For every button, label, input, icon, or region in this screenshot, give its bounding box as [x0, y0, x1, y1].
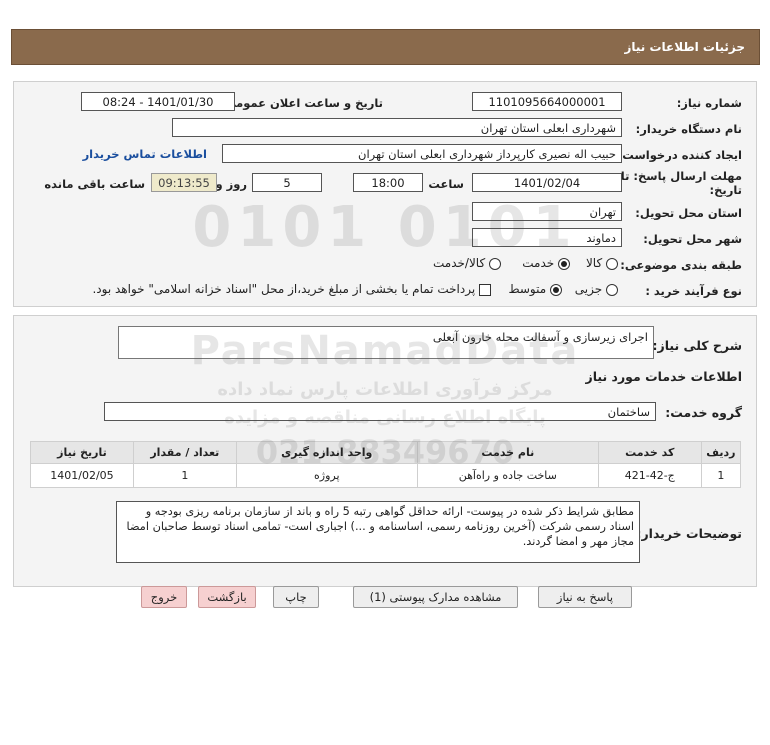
- creator-field: حبیب اله نصیری کارپرداز شهرداری ابعلی اس…: [222, 144, 622, 163]
- province-field: تهران: [472, 202, 622, 221]
- back-button[interactable]: بازگشت: [198, 586, 256, 608]
- col-unit: واحد اندازه گیری: [235, 441, 418, 464]
- buyer-notes-field: مطابق شرایط ذکر شده در پیوست- ارائه حداق…: [116, 501, 640, 563]
- cell-row: 1: [700, 463, 742, 488]
- col-service-name: نام خدمت: [416, 441, 599, 464]
- need-number-field: 1101095664000001: [472, 92, 622, 111]
- deadline-label-1: مهلت ارسال پاسخ: تا: [620, 169, 742, 183]
- category-option-service[interactable]: خدمت: [522, 256, 570, 270]
- services-heading: اطلاعات خدمات مورد نیاز: [585, 369, 743, 384]
- table-row: 1 ج-42-421 ساخت جاده و راه‌آهن پروژه 1 1…: [30, 463, 742, 488]
- purchase-type-label: نوع فرآیند خرید :: [645, 284, 742, 298]
- cell-service-code: ج-42-421: [597, 463, 702, 488]
- cell-need-date: 1401/02/05: [30, 463, 134, 488]
- remaining-time-field: 09:13:55: [151, 173, 217, 192]
- print-button[interactable]: چاپ: [273, 586, 319, 608]
- buyer-notes-label: توضیحات خریدار:: [636, 526, 742, 541]
- buyer-contact-link[interactable]: اطلاعات تماس خریدار: [83, 147, 207, 161]
- services-table: ردیف کد خدمت نام خدمت واحد اندازه گیری ت…: [30, 441, 742, 488]
- page-title: جزئیات اطلاعات نیاز: [624, 40, 745, 54]
- service-group-label: گروه خدمت:: [665, 405, 742, 420]
- days-label: روز و: [215, 177, 247, 191]
- col-need-date: تاریخ نیاز: [30, 441, 134, 464]
- summary-label: شرح کلی نیاز:: [652, 338, 742, 353]
- purchase-option-medium[interactable]: متوسط: [508, 282, 562, 296]
- radio-icon[interactable]: [489, 257, 501, 270]
- col-quantity: تعداد / مقدار: [132, 441, 237, 464]
- need-details-panel: شرح کلی نیاز: اجرای زیرسازی و آسفالت محل…: [13, 315, 757, 587]
- col-service-code: کد خدمت: [597, 441, 702, 464]
- remaining-label: ساعت باقی مانده: [44, 177, 145, 191]
- exit-button[interactable]: خروج: [141, 586, 187, 608]
- radio-selected-icon[interactable]: [558, 257, 570, 270]
- checkbox-icon[interactable]: [479, 283, 491, 296]
- view-attachments-button[interactable]: مشاهده مدارک پیوستی (1): [353, 586, 518, 608]
- treasury-payment-checkbox-row[interactable]: پرداخت تمام یا بخشی از مبلغ خرید،از محل …: [92, 282, 491, 296]
- cell-service-name: ساخت جاده و راه‌آهن: [416, 463, 599, 488]
- deadline-date-field: 1401/02/04: [472, 173, 622, 192]
- buyer-org-label: نام دستگاه خریدار:: [635, 122, 742, 136]
- deadline-time-field: 18:00: [353, 173, 423, 192]
- summary-field: اجرای زیرسازی و آسفالت محله خارون آبعلی: [118, 326, 654, 359]
- city-field: دماوند: [472, 228, 622, 247]
- creator-label: ایجاد کننده درخواست:: [617, 148, 742, 162]
- deadline-label-2: تاریخ:: [709, 183, 742, 197]
- radio-selected-icon[interactable]: [550, 283, 562, 296]
- days-field: 5: [252, 173, 322, 192]
- radio-icon[interactable]: [606, 283, 618, 296]
- page-header: جزئیات اطلاعات نیاز: [11, 29, 760, 65]
- reply-button[interactable]: پاسخ به نیاز: [538, 586, 632, 608]
- announce-field: 1401/01/30 - 08:24: [81, 92, 235, 111]
- province-label: استان محل تحویل:: [635, 206, 742, 220]
- cell-unit: پروژه: [235, 463, 418, 488]
- category-option-goods-service[interactable]: کالا/خدمت: [433, 256, 501, 270]
- announce-label: تاریخ و ساعت اعلان عمومی:: [219, 96, 383, 110]
- radio-icon[interactable]: [606, 257, 618, 270]
- need-number-label: شماره نیاز:: [676, 96, 742, 110]
- city-label: شهر محل تحویل:: [643, 232, 742, 246]
- cell-quantity: 1: [132, 463, 237, 488]
- need-info-panel: شماره نیاز: 1101095664000001 تاریخ و ساع…: [13, 81, 757, 307]
- buyer-org-field: شهرداری ابعلی استان تهران: [172, 118, 622, 137]
- deadline-time-label: ساعت: [428, 177, 464, 191]
- service-group-field: ساختمان: [104, 402, 656, 421]
- purchase-option-minor[interactable]: جزیی: [575, 282, 618, 296]
- col-row: ردیف: [700, 441, 742, 464]
- category-option-goods[interactable]: کالا: [586, 256, 618, 270]
- category-label: طبقه بندی موضوعی:: [620, 258, 742, 272]
